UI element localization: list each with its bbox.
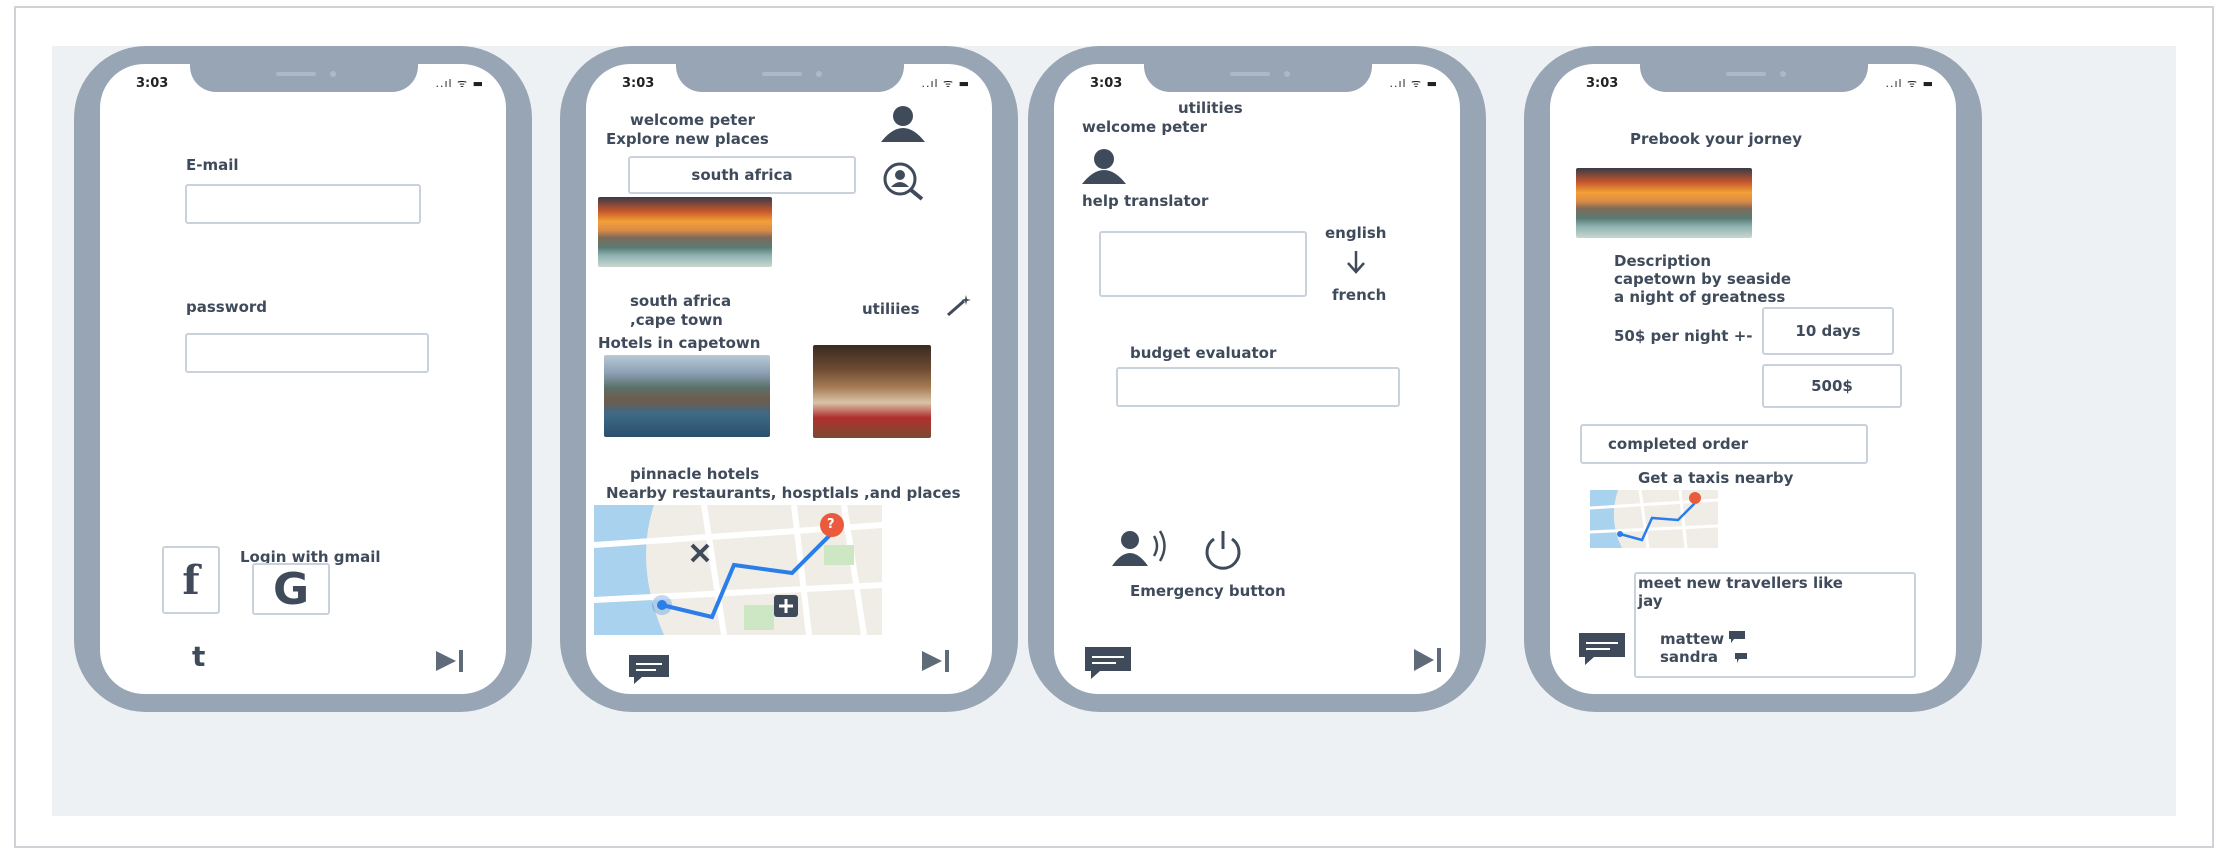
page-title: utilities	[1178, 99, 1243, 117]
travellers-panel[interactable]: meet new travellers like jay mattew sand…	[1634, 572, 1916, 678]
budget-label: budget evaluator	[1130, 344, 1277, 362]
profile-icon[interactable]	[878, 104, 928, 144]
travellers-line-2: jay	[1638, 592, 1663, 610]
welcome-text: welcome peter	[1082, 118, 1208, 136]
welcome-text: welcome peter	[630, 111, 756, 129]
lang-from[interactable]: english	[1325, 224, 1386, 242]
chat-icon[interactable]	[1082, 644, 1134, 682]
facebook-icon: f	[182, 556, 200, 604]
chat-icon[interactable]	[1576, 630, 1628, 668]
map-graphic	[1590, 490, 1718, 548]
prebook-screen: 3:03 ..ıl ᯤ ▬ Prebook your jorney Descri…	[1550, 64, 1956, 694]
password-label: password	[186, 298, 268, 316]
chat-icon[interactable]	[626, 652, 672, 686]
email-field[interactable]	[185, 184, 421, 224]
password-field[interactable]	[185, 333, 429, 373]
status-icons: ..ıl ᯤ ▬	[1389, 77, 1438, 90]
traveller-2[interactable]: sandra	[1660, 648, 1718, 666]
status-time: 3:03	[1586, 76, 1619, 91]
phone-utilities: 3:03 ..ıl ᯤ ▬ utilities welcome peter he…	[1028, 46, 1486, 712]
description-label: Description	[1614, 252, 1712, 270]
phone-prebook: 3:03 ..ıl ᯤ ▬ Prebook your jorney Descri…	[1524, 46, 1982, 712]
phone-notch	[1144, 64, 1372, 92]
next-icon[interactable]	[1412, 646, 1444, 674]
phone-notch	[1640, 64, 1868, 92]
hotel-city-photo[interactable]	[604, 355, 770, 437]
utilities-screen: 3:03 ..ıl ᯤ ▬ utilities welcome peter he…	[1054, 64, 1460, 694]
chat-bubble-icon[interactable]	[1734, 652, 1748, 664]
description-line-2: a night of greatness	[1614, 288, 1786, 306]
tumblr-icon[interactable]: t	[192, 642, 205, 672]
next-icon[interactable]	[920, 648, 952, 674]
hotel-room-photo[interactable]	[813, 345, 931, 438]
completed-order-button[interactable]: completed order	[1580, 424, 1868, 464]
cape-town-photo[interactable]	[598, 197, 772, 267]
taxi-label: Get a taxis nearby	[1638, 469, 1794, 487]
taxi-map[interactable]	[1590, 490, 1718, 548]
voice-person-icon[interactable]	[1112, 526, 1176, 570]
search-input[interactable]: south africa	[628, 156, 856, 194]
phone-notch	[676, 64, 904, 92]
hotel-name: pinnacle hotels	[630, 465, 760, 483]
status-time: 3:03	[136, 76, 169, 91]
login-screen: 3:03 ..ıl ᯤ ▬ E-mail password Login with…	[100, 64, 506, 694]
phone-explore: 3:03 ..ıl ᯤ ▬ welcome peter Explore new …	[560, 46, 1018, 712]
arrow-down-icon	[1347, 251, 1365, 274]
facebook-login-button[interactable]: f	[162, 546, 220, 614]
utilities-link[interactable]: utiliies	[862, 300, 920, 318]
status-time: 3:03	[622, 76, 655, 91]
travellers-line-1: meet new travellers like	[1638, 574, 1843, 592]
nearby-map[interactable]: ?	[594, 505, 882, 635]
phone-notch	[190, 64, 418, 92]
traveller-1[interactable]: mattew	[1660, 630, 1724, 648]
lang-to[interactable]: french	[1332, 286, 1386, 304]
google-icon: G	[272, 563, 310, 615]
explore-heading: Explore new places	[606, 130, 769, 148]
location-line-2: ,cape town	[630, 311, 723, 329]
chat-bubble-icon[interactable]	[1728, 630, 1746, 644]
map-graphic	[594, 505, 882, 635]
map-pin-label: ?	[827, 517, 835, 532]
explore-screen: 3:03 ..ıl ᯤ ▬ welcome peter Explore new …	[586, 64, 992, 694]
next-icon[interactable]	[434, 648, 466, 674]
translator-label: help translator	[1082, 192, 1209, 210]
nearby-heading: Nearby restaurants, hosptlals ,and place…	[606, 484, 961, 502]
phone-login: 3:03 ..ıl ᯤ ▬ E-mail password Login with…	[74, 46, 532, 712]
user-search-icon[interactable]	[878, 161, 926, 201]
translator-input[interactable]	[1099, 231, 1307, 297]
status-time: 3:03	[1090, 76, 1123, 91]
status-icons: ..ıl ᯤ ▬	[435, 77, 484, 90]
magic-wand-icon[interactable]	[944, 293, 974, 319]
power-icon[interactable]	[1200, 529, 1246, 571]
email-label: E-mail	[186, 156, 239, 174]
location-line-1: south africa	[630, 292, 732, 310]
status-icons: ..ıl ᯤ ▬	[921, 77, 970, 90]
profile-icon[interactable]	[1080, 148, 1128, 186]
hotels-heading: Hotels in capetown	[598, 334, 761, 352]
cape-town-photo	[1576, 168, 1752, 238]
google-login-button[interactable]: G	[252, 563, 330, 615]
page-title: Prebook your jorney	[1630, 130, 1802, 148]
days-input[interactable]: 10 days	[1762, 307, 1894, 355]
price-text: 50$ per night +-	[1614, 327, 1753, 345]
emergency-button-label[interactable]: Emergency button	[1130, 582, 1286, 600]
description-line-1: capetown by seaside	[1614, 270, 1792, 288]
budget-input[interactable]	[1116, 367, 1400, 407]
total-field: 500$	[1762, 364, 1902, 408]
status-icons: ..ıl ᯤ ▬	[1885, 77, 1934, 90]
